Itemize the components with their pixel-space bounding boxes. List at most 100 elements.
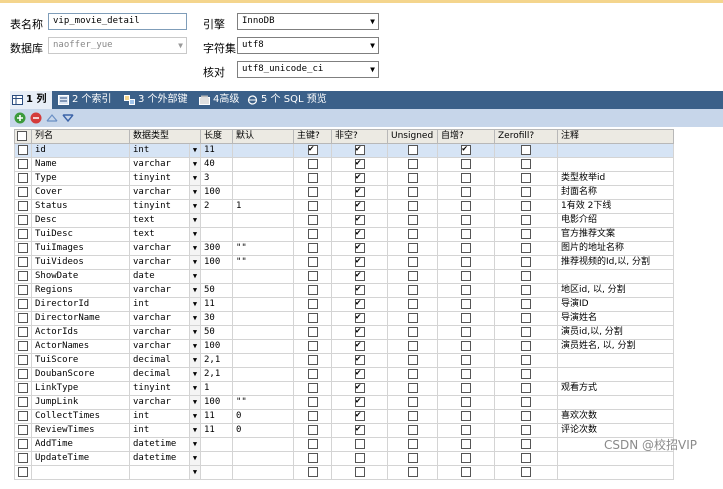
- unsigned-cell[interactable]: [387, 381, 439, 396]
- row-select-cell[interactable]: [14, 353, 32, 368]
- primary-key-cell[interactable]: [293, 409, 333, 424]
- row-select-cell[interactable]: [14, 381, 32, 396]
- zerofill-checkbox[interactable]: [521, 312, 532, 323]
- primary-key-cell[interactable]: [293, 451, 333, 466]
- unsigned-checkbox[interactable]: [407, 228, 418, 239]
- row-select-checkbox[interactable]: [18, 172, 28, 183]
- primary-key-checkbox[interactable]: [307, 452, 318, 463]
- primary-key-checkbox[interactable]: [307, 438, 318, 449]
- comment-cell[interactable]: 地区id, 以, 分割: [557, 283, 675, 298]
- unsigned-checkbox[interactable]: [407, 438, 418, 449]
- column-name-cell[interactable]: ActorIds: [31, 325, 130, 340]
- table-row[interactable]: ShowDate date ▼: [14, 269, 675, 284]
- primary-key-checkbox[interactable]: [307, 242, 318, 253]
- zerofill-checkbox[interactable]: [521, 424, 532, 435]
- unsigned-checkbox[interactable]: [407, 368, 418, 379]
- delete-column-icon[interactable]: [30, 112, 42, 124]
- zerofill-checkbox[interactable]: [521, 396, 532, 407]
- column-header-type[interactable]: 数据类型: [128, 129, 202, 144]
- comment-cell[interactable]: [557, 143, 675, 158]
- zerofill-checkbox[interactable]: [521, 158, 532, 169]
- auto-increment-cell[interactable]: [437, 255, 496, 270]
- comment-cell[interactable]: 导演ID: [557, 297, 675, 312]
- data-type-cell[interactable]: varchar: [129, 325, 190, 340]
- zerofill-checkbox[interactable]: [521, 466, 532, 477]
- primary-key-cell[interactable]: [293, 255, 333, 270]
- column-name-cell[interactable]: CollectTimes: [31, 409, 130, 424]
- table-row[interactable]: CollectTimesint▼110 喜欢次数: [14, 409, 675, 424]
- row-select-cell[interactable]: [14, 241, 32, 256]
- table-row[interactable]: TuiImagesvarchar▼300"" 图片的地址名称: [14, 241, 675, 256]
- primary-key-cell[interactable]: [293, 381, 333, 396]
- not-null-checkbox[interactable]: [354, 158, 365, 169]
- auto-increment-checkbox[interactable]: [461, 256, 472, 267]
- column-name-cell[interactable]: Name: [31, 157, 130, 172]
- row-select-cell[interactable]: [14, 227, 32, 242]
- zerofill-checkbox[interactable]: [521, 298, 532, 309]
- auto-increment-cell[interactable]: [437, 367, 496, 382]
- auto-increment-checkbox[interactable]: [461, 298, 472, 309]
- not-null-cell[interactable]: [331, 241, 389, 256]
- primary-key-cell[interactable]: [293, 437, 333, 452]
- primary-key-cell[interactable]: [293, 311, 333, 326]
- zerofill-cell[interactable]: [494, 465, 559, 480]
- length-cell[interactable]: 100: [200, 255, 234, 270]
- database-select[interactable]: naoffer_yue ▼: [48, 37, 187, 54]
- primary-key-cell[interactable]: [293, 171, 333, 186]
- data-type-cell[interactable]: int: [129, 297, 190, 312]
- length-cell[interactable]: 50: [200, 325, 234, 340]
- data-type-cell[interactable]: varchar: [129, 339, 190, 354]
- zerofill-cell[interactable]: [494, 395, 559, 410]
- length-cell[interactable]: 1: [200, 381, 234, 396]
- unsigned-cell[interactable]: [387, 297, 439, 312]
- auto-increment-cell[interactable]: [437, 325, 496, 340]
- primary-key-cell[interactable]: [293, 325, 333, 340]
- zerofill-cell[interactable]: [494, 283, 559, 298]
- not-null-cell[interactable]: [331, 367, 389, 382]
- auto-increment-cell[interactable]: [437, 283, 496, 298]
- primary-key-cell[interactable]: [293, 241, 333, 256]
- zerofill-cell[interactable]: [494, 367, 559, 382]
- table-row[interactable]: TuiScore decimal ▼ 2,1: [14, 353, 675, 368]
- zerofill-cell[interactable]: [494, 409, 559, 424]
- tab-columns[interactable]: 1 列: [10, 91, 52, 109]
- column-name-cell[interactable]: Type: [31, 171, 130, 186]
- unsigned-cell[interactable]: [387, 395, 439, 410]
- auto-increment-checkbox[interactable]: [461, 452, 472, 463]
- zerofill-checkbox[interactable]: [521, 228, 532, 239]
- auto-increment-cell[interactable]: [437, 199, 496, 214]
- data-type-cell[interactable]: int: [129, 143, 190, 158]
- row-select-checkbox[interactable]: [18, 452, 28, 463]
- auto-increment-checkbox[interactable]: [461, 396, 472, 407]
- length-cell[interactable]: 30: [200, 311, 234, 326]
- primary-key-cell[interactable]: [293, 157, 333, 172]
- primary-key-checkbox[interactable]: [307, 298, 318, 309]
- table-row[interactable]: TuiDesctext▼ 官方推荐文案: [14, 227, 675, 242]
- auto-increment-cell[interactable]: [437, 227, 496, 242]
- auto-increment-checkbox[interactable]: [461, 158, 472, 169]
- zerofill-checkbox[interactable]: [521, 326, 532, 337]
- data-type-cell[interactable]: text: [129, 227, 190, 242]
- unsigned-checkbox[interactable]: [407, 172, 418, 183]
- zerofill-cell[interactable]: [494, 171, 559, 186]
- unsigned-cell[interactable]: [387, 171, 439, 186]
- auto-increment-checkbox[interactable]: [461, 284, 472, 295]
- data-type-dropdown[interactable]: ▼: [188, 451, 202, 466]
- primary-key-checkbox[interactable]: [307, 228, 318, 239]
- length-cell[interactable]: [200, 213, 234, 228]
- unsigned-cell[interactable]: [387, 451, 439, 466]
- zerofill-cell[interactable]: [494, 199, 559, 214]
- table-row[interactable]: UpdateTime datetime ▼: [14, 451, 675, 466]
- auto-increment-cell[interactable]: [437, 451, 496, 466]
- comment-cell[interactable]: 封面名称: [557, 185, 675, 200]
- row-select-checkbox[interactable]: [18, 256, 28, 267]
- unsigned-checkbox[interactable]: [407, 424, 418, 435]
- not-null-cell[interactable]: [331, 409, 389, 424]
- primary-key-checkbox[interactable]: [307, 172, 318, 183]
- auto-increment-checkbox[interactable]: [461, 144, 472, 155]
- primary-key-cell[interactable]: [293, 297, 333, 312]
- row-select-cell[interactable]: [14, 297, 32, 312]
- primary-key-checkbox[interactable]: [307, 270, 318, 281]
- row-select-cell[interactable]: [14, 465, 32, 480]
- column-name-cell[interactable]: Cover: [31, 185, 130, 200]
